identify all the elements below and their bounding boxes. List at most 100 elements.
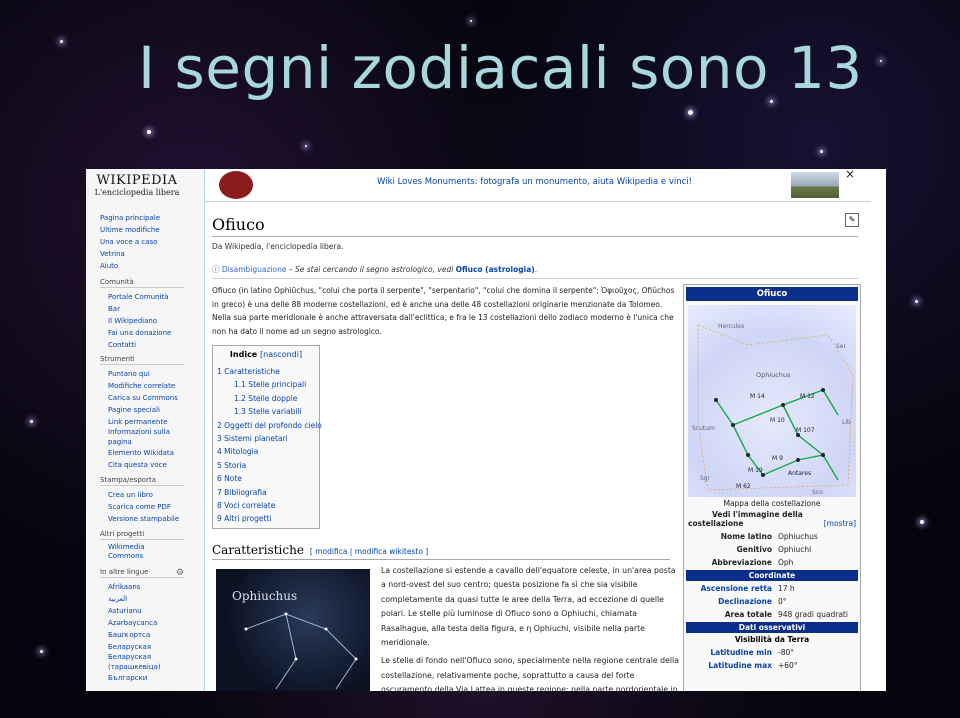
language-link[interactable]: Беларуская — [100, 641, 184, 653]
language-link[interactable]: (тарашкевіца) — [100, 662, 184, 672]
nav-link[interactable]: Il Wikipediano — [100, 315, 184, 327]
nav-link[interactable]: Cita questa voce — [100, 459, 184, 471]
nav-link[interactable]: Fai una donazione — [100, 327, 184, 339]
campaign-banner: Wiki Loves Monuments: fotografa un monum… — [205, 169, 871, 202]
infobox-value: Ophiuchus — [778, 532, 818, 541]
language-link[interactable]: العربية — [100, 593, 184, 605]
language-link[interactable]: Asturianu — [100, 605, 184, 617]
language-link[interactable]: Български — [100, 672, 184, 684]
infobox-key: Nome latino — [720, 532, 772, 541]
nav-link[interactable]: Elemento Wikidata — [100, 447, 184, 459]
close-icon[interactable]: × — [845, 169, 855, 181]
disambiguation-end: . — [534, 265, 538, 274]
nav-link[interactable]: Commons — [100, 552, 184, 561]
gear-icon[interactable]: ⚙ — [176, 568, 184, 578]
show-link[interactable]: [mostra] — [824, 519, 856, 528]
toc-item[interactable]: 5 Storia — [217, 459, 319, 472]
toc-title: Indice — [229, 350, 258, 359]
toc-item[interactable]: 4 Mitologia — [217, 445, 319, 458]
infobox-row: Nome latino Ophiuchus — [684, 530, 860, 543]
info-icon: ⓘ — [212, 265, 220, 274]
toc-heading: Indice [nascondi] — [213, 350, 319, 359]
toc-item[interactable]: 9 Altri progetti — [217, 512, 319, 525]
nav-link[interactable]: Bar — [100, 303, 184, 315]
nav-link[interactable]: Una voce a caso — [100, 236, 184, 248]
map-label: M 62 — [736, 483, 751, 490]
nav-link[interactable]: Modifiche correlate — [100, 380, 184, 392]
map-label: Ophiuchus — [756, 371, 791, 379]
nav-link[interactable]: Scarica come PDF — [100, 501, 184, 513]
nav-link[interactable]: Link permanente — [100, 416, 184, 428]
nav-link[interactable]: Ultime modifiche — [100, 224, 184, 236]
nav-link[interactable]: Carica su Commons — [100, 392, 184, 404]
astrology-link[interactable]: Ofiuco (astrologia) — [456, 265, 535, 274]
star — [60, 40, 63, 43]
wikipedia-screenshot: WIKIPEDIA L'enciclopedia libera Pagina p… — [86, 169, 886, 691]
nav-link[interactable]: Versione stampabile — [100, 513, 184, 525]
infobox-key[interactable]: Latitudine max — [688, 659, 778, 672]
section-body: La costellazione si estende a cavallo de… — [381, 564, 681, 691]
nav-link[interactable]: Portale Comunità — [100, 291, 184, 303]
intro-paragraph: Ofiuco (in latino Ophiūchus, "colui che … — [212, 286, 675, 336]
infobox-subheading: Visibilità da Terra — [734, 635, 810, 644]
star — [470, 20, 472, 22]
infobox-value: +60° — [778, 661, 798, 670]
language-link[interactable]: Azərbaycanca — [100, 617, 184, 629]
nav-stampa: Stampa/esporta Crea un libro Scarica com… — [100, 476, 184, 525]
constellation-map[interactable]: Hercules Ser Ophiuchus M 14 M 12 M 10 M … — [688, 305, 856, 497]
section-edit-link[interactable]: [ modifica | modifica wikitesto ] — [310, 547, 428, 556]
nav-link[interactable]: pagina — [100, 437, 184, 447]
nav-link[interactable]: Puntano qui — [100, 368, 184, 380]
infobox-row: Area totale 948 gradi quadrati — [684, 608, 860, 621]
nav-heading: Altri progetti — [100, 530, 184, 540]
nav-heading: In altre lingue ⚙ — [100, 568, 184, 578]
language-link[interactable]: Afrikaans — [100, 581, 184, 593]
infobox-value: 948 gradi quadrati — [778, 610, 848, 619]
language-link[interactable]: Беларуская — [100, 653, 184, 662]
toc-item[interactable]: 2 Oggetti del profondo cielo — [217, 419, 322, 432]
toc-item[interactable]: 1.3 Stelle variabili — [217, 405, 319, 418]
nav-link[interactable]: Informazioni sulla — [100, 428, 184, 437]
constellation-image[interactable]: Ophiuchus — [216, 569, 370, 691]
infobox-key[interactable]: Latitudine min — [688, 646, 778, 659]
disambiguation-link[interactable]: Disambiguazione — [222, 265, 287, 274]
show-text: Vedi l'immagine della costellazione — [688, 510, 803, 528]
infobox-row: Latitudine min -80° — [684, 646, 860, 659]
language-link[interactable]: Башҡортса — [100, 629, 184, 641]
map-label: Lib — [842, 419, 851, 426]
star — [880, 60, 882, 62]
nav-link[interactable]: Contatti — [100, 339, 184, 351]
infobox-key: Genitivo — [736, 545, 772, 554]
languages-heading: In altre lingue — [100, 568, 149, 576]
nav-link[interactable]: Aiuto — [100, 260, 184, 272]
nav-strumenti: Strumenti Puntano qui Modifiche correlat… — [100, 355, 184, 471]
infobox-show-row: Vedi l'immagine della costellazione [most… — [684, 508, 860, 530]
edit-icon[interactable]: ✎ — [845, 213, 859, 227]
logo-title: WIKIPEDIA — [96, 173, 178, 188]
toc-item[interactable]: 1.1 Stelle principali — [217, 378, 319, 391]
wikipedia-logo[interactable]: WIKIPEDIA L'enciclopedia libera — [92, 173, 182, 197]
section-paragraph: Le stelle di fondo nell'Ofiuco sono, spe… — [381, 656, 679, 691]
toc-item[interactable]: 1 Caratteristiche — [217, 365, 319, 378]
infobox: Ofiuco Hercules Ser Ophiuchus M 14 M 12 … — [683, 284, 861, 691]
toc-toggle[interactable]: [nascondi] — [260, 350, 302, 359]
nav-link[interactable]: Pagine speciali — [100, 404, 184, 416]
infobox-key[interactable]: Declinazione — [688, 595, 778, 608]
toc-item[interactable]: 1.2 Stelle doppie — [217, 392, 319, 405]
infobox-key: Abbreviazione — [711, 558, 772, 567]
nav-link[interactable]: Pagina principale — [100, 212, 184, 224]
toc-item[interactable]: 6 Note — [217, 472, 319, 485]
page-title: Ofiuco — [212, 215, 858, 237]
nav-link[interactable]: Crea un libro — [100, 489, 184, 501]
banner-link[interactable]: Wiki Loves Monuments: fotografa un monum… — [377, 177, 692, 187]
nav-link[interactable]: Vetrina — [100, 248, 184, 260]
star — [147, 130, 151, 134]
nav-link[interactable]: Wikimedia — [100, 543, 184, 552]
nav-heading: Stampa/esporta — [100, 476, 184, 486]
toc-item[interactable]: 3 Sistemi planetari — [217, 432, 319, 445]
infobox-value: 0° — [778, 597, 787, 606]
toc-item[interactable]: 7 Bibliografia — [217, 486, 319, 499]
toc-item[interactable]: 8 Voci correlate — [217, 499, 319, 512]
infobox-key[interactable]: Ascensione retta — [688, 582, 778, 595]
infobox-value: Ophiuchi — [778, 545, 812, 554]
